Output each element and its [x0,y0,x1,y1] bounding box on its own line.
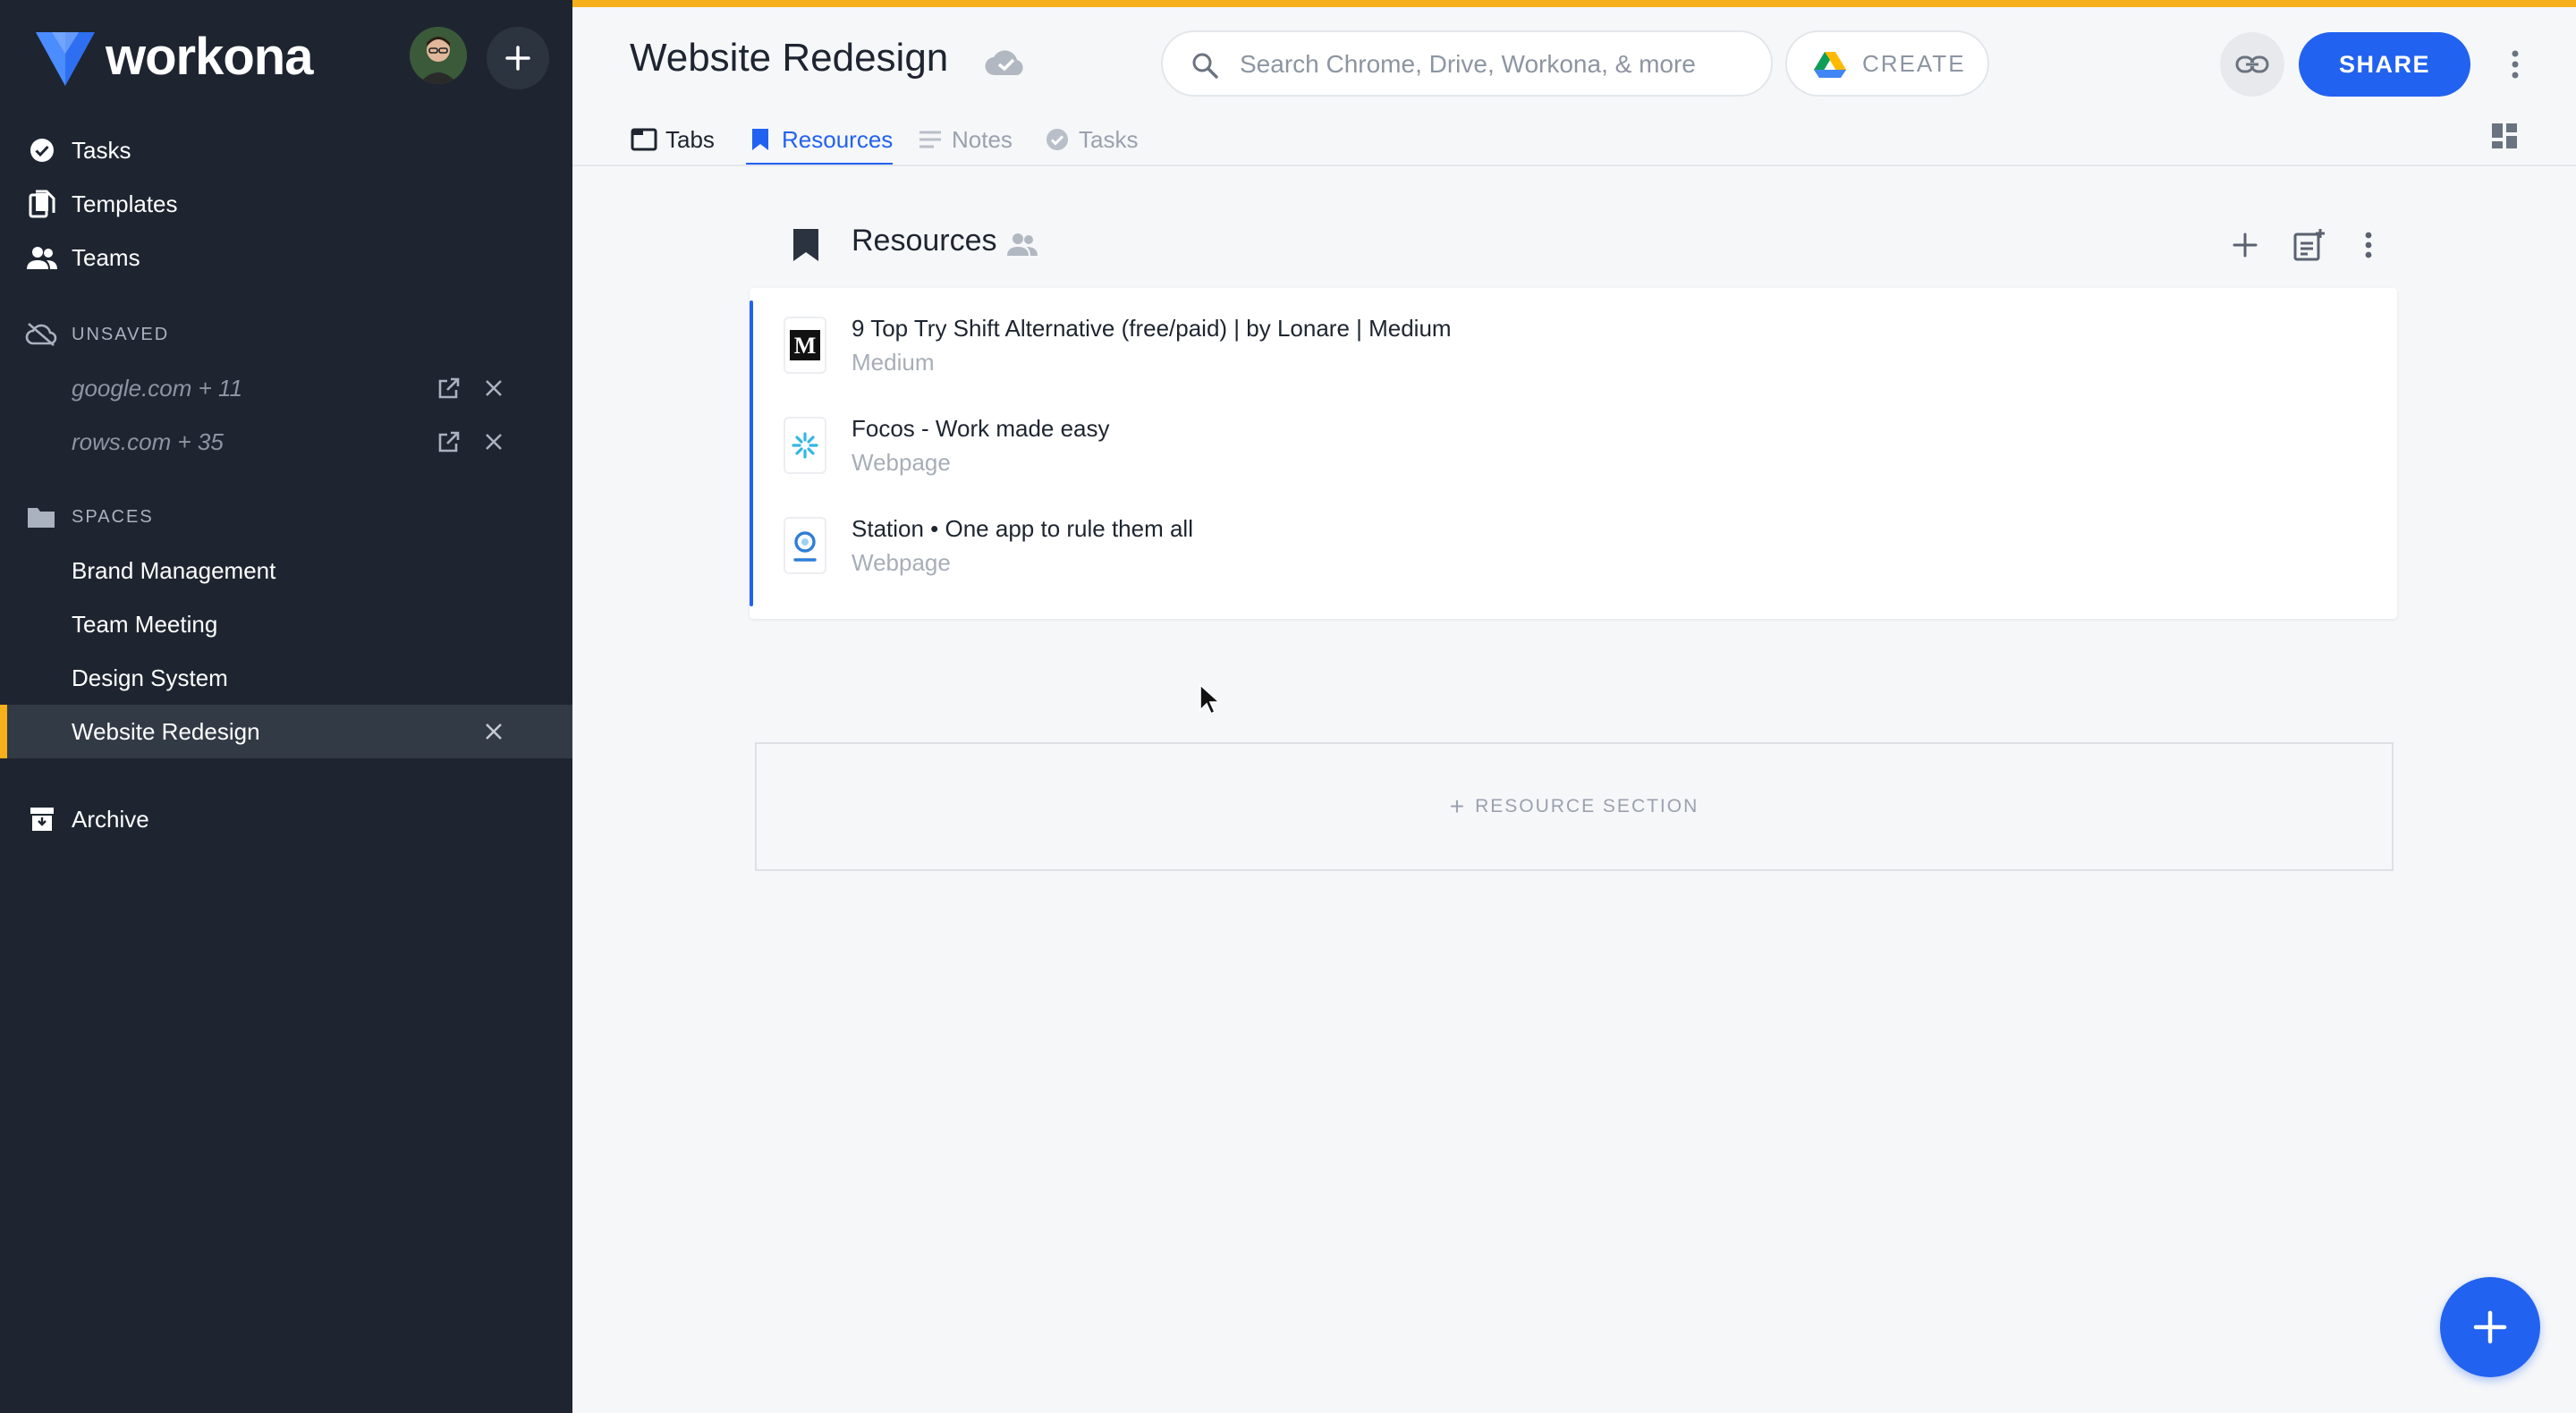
tab-label: Tabs [665,125,715,153]
sidebar-item-label: Archive [72,805,149,833]
tab-notes[interactable]: Notes [916,114,1013,165]
google-drive-icon [1814,52,1846,78]
templates-icon [27,189,57,219]
add-resource-section-button[interactable]: + RESOURCE SECTION [755,742,2394,871]
more-vertical-icon[interactable] [2499,47,2531,82]
tab-label: Tasks [1079,125,1139,153]
open-external-icon[interactable] [436,376,462,401]
check-circle-icon [27,135,57,165]
close-icon[interactable] [481,429,506,454]
resources-list: M 9 Top Try Shift Alternative (free/paid… [750,288,2397,619]
unsaved-heading: UNSAVED [25,317,169,352]
resource-subtitle: Medium [852,349,935,376]
check-circle-icon [1043,125,1072,154]
add-section-label: RESOURCE SECTION [1475,796,1699,816]
medium-icon: M [784,317,826,374]
search-bar[interactable] [1161,30,1773,97]
workona-logo-icon [36,32,95,86]
create-label: CREATE [1862,49,1966,77]
tab-resources[interactable]: Resources [746,114,894,166]
resources-section-title[interactable]: Resources [852,224,997,258]
brand[interactable]: workona [34,27,313,88]
sidebar-item-teams[interactable]: Teams [27,231,140,284]
resource-subtitle: Webpage [852,549,951,576]
resource-item-medium[interactable]: M 9 Top Try Shift Alternative (free/paid… [750,300,2397,401]
space-item-website-redesign[interactable]: Website Redesign [0,705,572,758]
bookmark-icon [746,125,775,154]
close-icon[interactable] [481,719,506,744]
tab-label: Notes [952,125,1013,153]
mouse-cursor-icon [1199,683,1220,715]
sidebar-item-archive[interactable]: Archive [27,792,149,846]
space-item-label: Brand Management [72,556,276,584]
unsaved-item[interactable]: google.com + 11 [0,361,572,415]
browser-tab-icon [630,125,658,154]
sidebar-item-tasks[interactable]: Tasks [27,123,131,177]
folder-icon [25,502,57,532]
close-icon[interactable] [481,376,506,401]
sidebar-item-label: Templates [72,190,178,217]
space-item-team-meeting[interactable]: Team Meeting [0,597,572,651]
space-item-label: Website Redesign [72,717,260,745]
top-accent-stripe [572,0,2576,7]
resource-item-station[interactable]: Station • One app to rule them all Webpa… [750,501,2397,601]
space-item-label: Team Meeting [72,610,218,638]
add-note-icon[interactable] [2292,227,2327,263]
people-icon[interactable] [1007,231,1038,258]
space-item-label: Design System [72,664,228,691]
sidebar-item-label: Teams [72,243,140,271]
plus-icon [2473,1310,2507,1344]
resource-item-focos[interactable]: Focos - Work made easy Webpage [750,401,2397,501]
cloud-saved-icon[interactable] [984,47,1029,79]
plus-icon[interactable] [2229,229,2261,261]
focos-icon [784,417,826,474]
people-icon [27,242,57,273]
spaces-heading: SPACES [25,499,154,535]
notes-icon [916,125,945,154]
spaces-heading-label: SPACES [72,506,154,527]
avatar[interactable] [410,27,467,84]
page-title[interactable]: Website Redesign [630,36,948,80]
bookmark-icon [793,229,818,261]
unsaved-heading-label: UNSAVED [72,324,170,344]
plus-icon: + [1449,792,1467,820]
resource-subtitle: Webpage [852,449,951,476]
tab-tabs[interactable]: Tabs [630,114,715,165]
tab-label: Resources [782,125,894,153]
floating-add-button[interactable] [2440,1277,2540,1377]
more-vertical-icon[interactable] [2358,229,2379,261]
share-button[interactable]: SHARE [2299,32,2470,97]
open-external-icon[interactable] [436,429,462,454]
header-divider [572,165,2576,166]
link-icon [2235,55,2269,73]
unsaved-item-label: google.com + 11 [72,374,243,402]
archive-icon [27,804,57,834]
unsaved-item-label: rows.com + 35 [72,427,224,455]
search-icon [1192,53,1218,79]
svg-text:M: M [794,333,817,359]
resource-title: Focos - Work made easy [852,415,1110,442]
unsaved-item[interactable]: rows.com + 35 [0,415,572,469]
search-input[interactable] [1240,45,1758,84]
avatar-image [410,27,467,84]
dashboard-layout-icon[interactable] [2490,122,2519,150]
resource-title: Station • One app to rule them all [852,515,1193,542]
sidebar-item-label: Tasks [72,136,131,164]
resource-title: 9 Top Try Shift Alternative (free/paid) … [852,315,1452,342]
space-item-brand-management[interactable]: Brand Management [0,544,572,597]
sidebar: workona Tasks Templates Teams UNSAVED go… [0,0,572,1413]
new-space-button[interactable] [487,27,549,89]
space-item-design-system[interactable]: Design System [0,651,572,705]
sidebar-item-templates[interactable]: Templates [27,177,178,231]
tab-tasks[interactable]: Tasks [1043,114,1138,165]
cloud-off-icon [25,319,57,350]
copy-link-button[interactable] [2220,32,2284,97]
app-name: workona [106,28,313,86]
plus-icon [505,46,530,71]
station-icon [784,517,826,574]
create-button[interactable]: CREATE [1785,30,1989,97]
